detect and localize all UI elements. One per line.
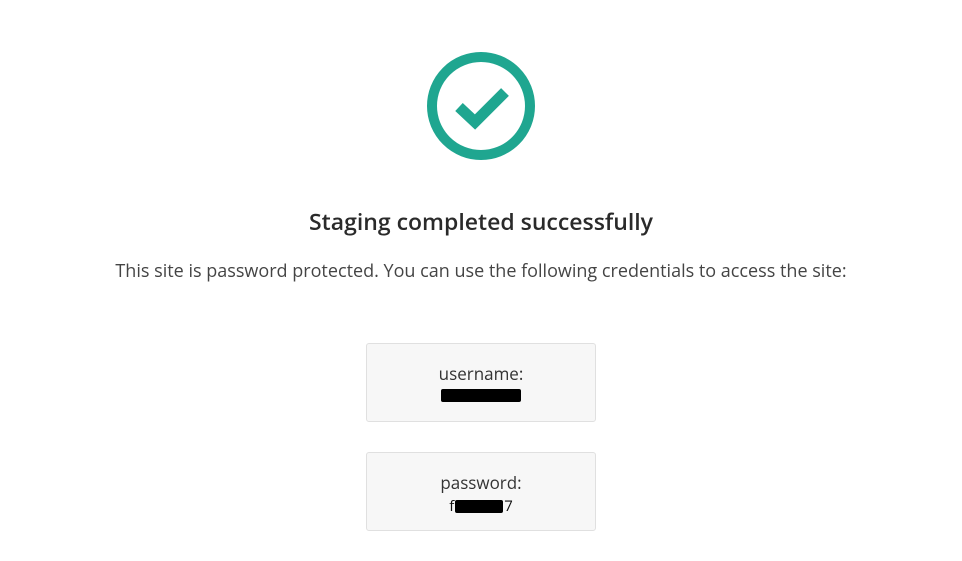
password-suffix: 7 — [504, 496, 513, 516]
password-prefix: f — [449, 496, 454, 516]
username-box: username: — [366, 343, 596, 422]
password-label: password: — [440, 471, 521, 494]
password-box: password: f 7 — [366, 452, 596, 531]
username-label: username: — [439, 362, 524, 385]
status-message: This site is password protected. You can… — [115, 259, 846, 283]
redacted-password-mid — [455, 500, 503, 513]
redacted-username — [441, 389, 521, 402]
main-container: Staging completed successfully This site… — [0, 0, 962, 561]
password-value: f 7 — [449, 496, 513, 516]
username-value — [441, 387, 521, 407]
status-title: Staging completed successfully — [309, 205, 653, 237]
success-icon — [425, 50, 537, 167]
